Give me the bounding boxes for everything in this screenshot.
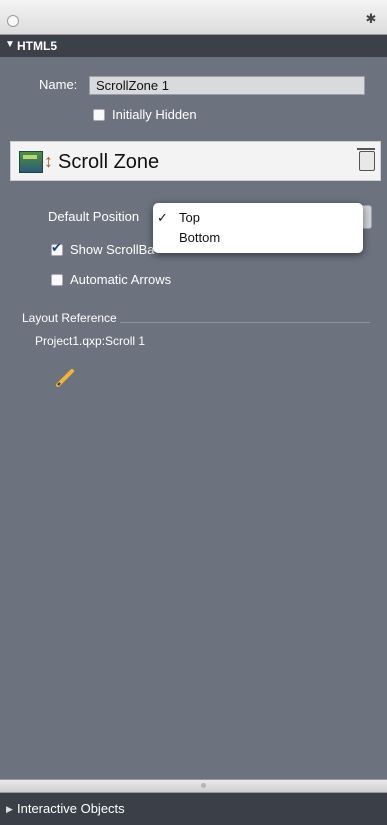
section-header-interactive-objects[interactable]: ▶ Interactive Objects	[0, 793, 387, 825]
layout-reference-heading: Layout Reference	[22, 311, 117, 325]
disclosure-triangle-icon[interactable]: ▼	[5, 39, 15, 50]
initially-hidden-checkbox[interactable]	[93, 109, 105, 121]
panel-titlebar: ✱	[0, 0, 387, 35]
scroll-zone-icon	[19, 151, 43, 173]
updown-arrow-icon: ↕	[44, 151, 53, 171]
show-scrollbar-label: Show ScrollBa	[70, 242, 155, 257]
initially-hidden-label: Initially Hidden	[112, 107, 197, 122]
disclosure-triangle-icon[interactable]: ▶	[6, 804, 13, 815]
section-header-html5[interactable]: ▼ HTML5	[0, 35, 387, 57]
checkmark-icon: ✓	[157, 210, 168, 225]
default-position-menu: ✓ Top Bottom	[153, 203, 363, 253]
show-scrollbar-checkbox[interactable]	[51, 240, 63, 256]
layout-reference-value: Project1.qxp:Scroll 1	[35, 334, 146, 348]
trash-icon[interactable]	[357, 148, 375, 171]
menu-item-top[interactable]: ✓ Top	[153, 209, 363, 229]
section-title: HTML5	[17, 39, 57, 53]
panel-resize-bar[interactable]	[0, 779, 387, 793]
automatic-arrows-checkbox[interactable]	[51, 274, 63, 286]
close-circle-icon[interactable]	[7, 15, 19, 27]
automatic-arrows-label: Automatic Arrows	[70, 272, 172, 287]
scroll-zone-bar: ↕ Scroll Zone	[10, 141, 381, 181]
object-title: Scroll Zone	[58, 151, 160, 173]
resize-handle-icon	[201, 783, 206, 788]
menu-item-label: Top	[179, 210, 200, 225]
pencil-icon[interactable]	[55, 366, 77, 388]
divider	[120, 322, 370, 323]
menu-item-label: Bottom	[179, 230, 221, 245]
gear-icon[interactable]: ✱	[364, 12, 378, 26]
name-label: Name:	[39, 77, 78, 92]
name-field[interactable]: ScrollZone 1	[89, 76, 365, 95]
section-title: Interactive Objects	[17, 801, 125, 816]
default-position-label: Default Position	[48, 209, 140, 224]
menu-item-bottom[interactable]: Bottom	[153, 229, 363, 249]
